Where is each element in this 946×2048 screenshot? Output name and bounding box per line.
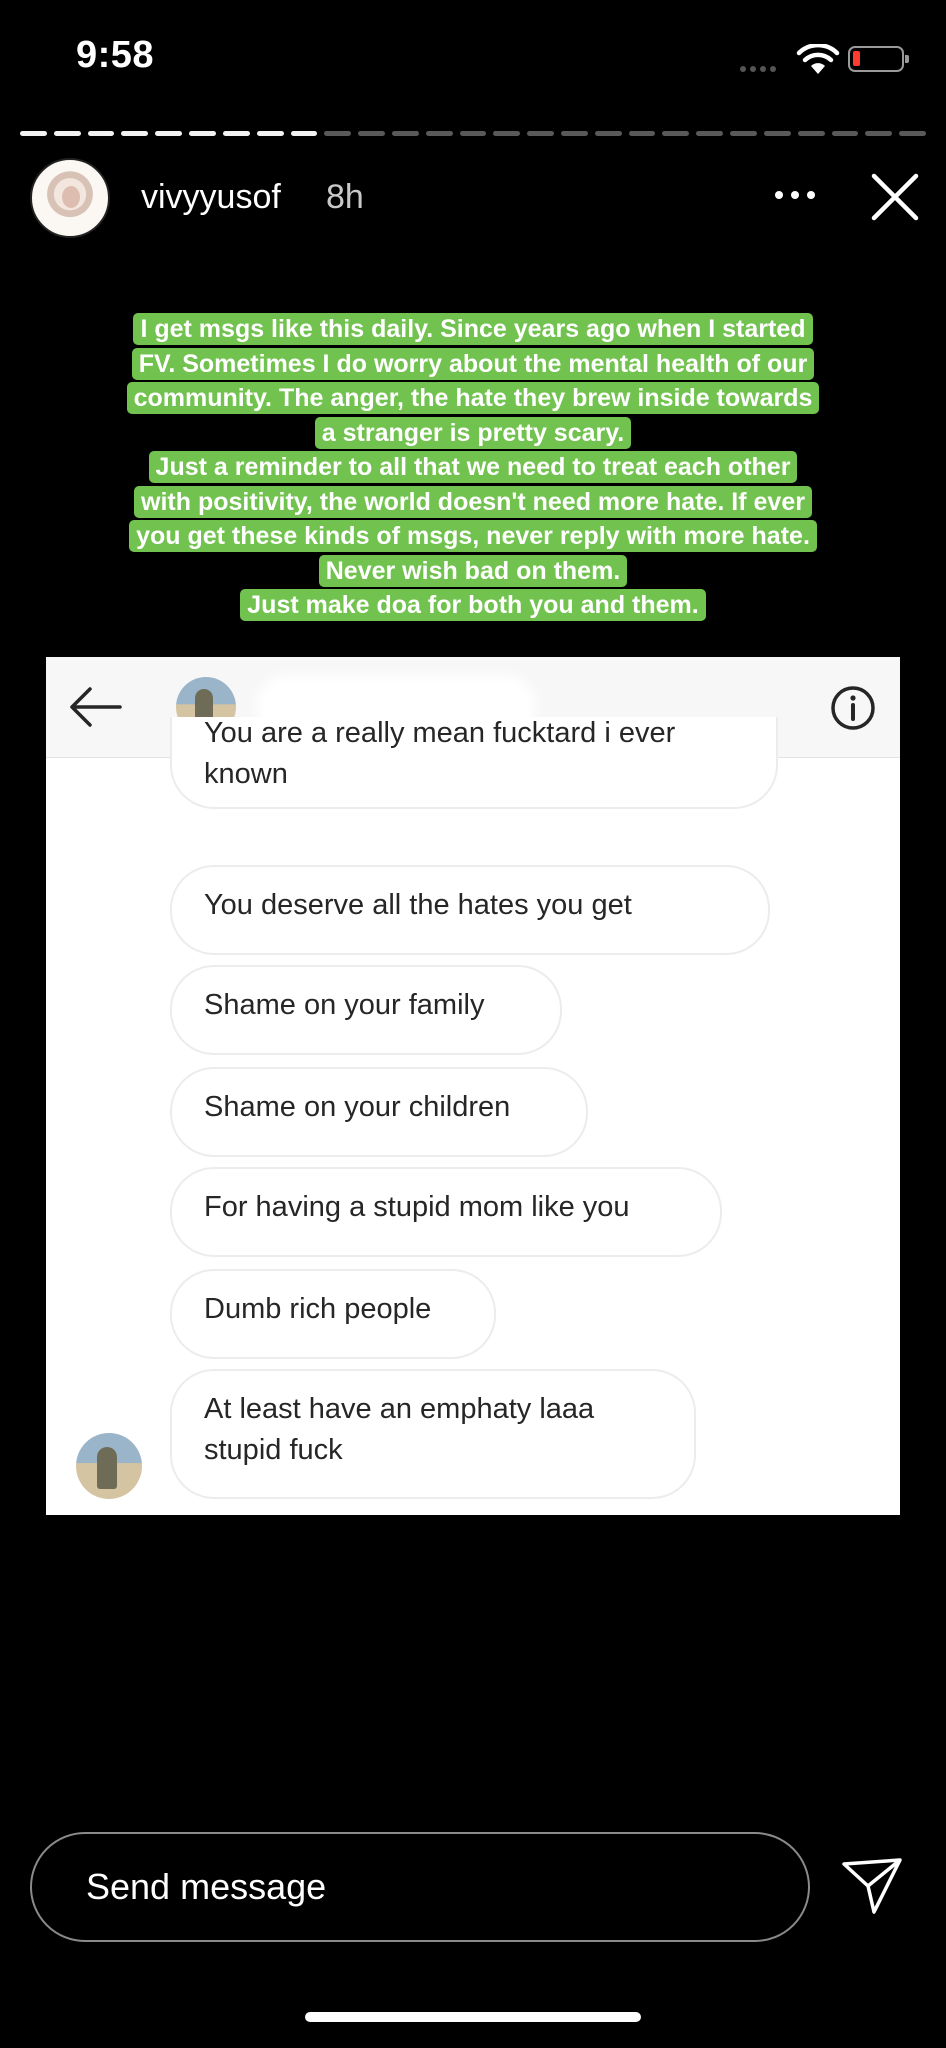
dm-screenshot: You are a really mean fucktard i ever kn… [46,657,900,1515]
caption-line: Never wish bad on them. [318,554,628,587]
story-progress-segment [865,131,893,136]
story-progress-segment [459,131,487,136]
story-progress-bar [20,131,926,136]
battery-level [853,51,860,66]
story-progress-segment [121,131,149,136]
story-progress-segment [797,131,825,136]
message-bubble: Shame on your children [170,1067,588,1157]
story-progress-segment [899,131,926,136]
story-progress-segment [53,131,81,136]
story-progress-segment [20,131,47,136]
caption-line: I get msgs like this daily. Since years … [133,313,813,345]
story-progress-segment [561,131,588,136]
message-text: You are a really mean fucktard i ever kn… [204,717,676,790]
story-progress-segment [425,131,453,136]
caption-line: Just make doa for both you and them. [240,589,706,621]
story-progress-segment [358,131,385,136]
caption-line: you get these kinds of msgs, never reply… [129,520,817,552]
message-bubble: You deserve all the hates you get [170,865,770,955]
caption-line: with positivity, the world doesn't need … [134,485,812,518]
caption-line: a stranger is pretty scary. [314,416,632,449]
story-progress-segment [87,131,115,136]
story-progress-segment [662,131,690,136]
message-bubble: Shame on your family [170,965,562,1055]
info-icon [831,686,875,730]
story-username[interactable]: vivyyusof [141,178,281,217]
message-bubble: Dumb rich people [170,1269,496,1359]
message-text: Shame on your family [204,989,485,1021]
arrow-left-icon [70,687,122,727]
message-bubble: For having a stupid mom like you [170,1167,722,1257]
more-horizontal-icon[interactable] [770,180,820,210]
message-bubble: At least have an emphaty laaa stupid fuc… [170,1369,696,1499]
story-caption: I get msgs like this daily. Since years … [60,312,886,623]
story-progress-segment [696,131,724,136]
story-progress-segment [763,131,791,136]
story-progress-segment [527,131,554,136]
home-indicator [305,2012,641,2022]
story-progress-segment [493,131,521,136]
caption-line: FV. Sometimes I do worry about the menta… [131,347,815,380]
message-text: Dumb rich people [204,1293,432,1325]
story-progress-segment [189,131,216,136]
story-progress-segment [594,131,622,136]
story-progress-segment [324,131,352,136]
close-icon[interactable] [868,170,922,224]
story-progress-segment [222,131,250,136]
status-bar: 9:58 [0,0,946,120]
story-progress-segment [831,131,859,136]
message-text: You deserve all the hates you get [204,889,632,921]
battery-icon [848,46,909,72]
story-progress-segment [391,131,419,136]
story-progress-segment [155,131,183,136]
story-progress-segment [256,131,284,136]
caption-line: Just a reminder to all that we need to t… [148,451,798,483]
status-time: 9:58 [76,34,155,76]
message-text: At least have an emphaty laaa stupid fuc… [204,1393,595,1466]
story-time-ago: 8h [326,178,364,216]
story-progress-segment [290,131,318,136]
message-placeholder: Send message [86,1866,327,1907]
paper-plane-icon[interactable] [840,1854,904,1918]
message-text: For having a stupid mom like you [204,1191,630,1223]
caption-line: community. The anger, the hate they brew… [126,382,820,414]
story-progress-segment [730,131,757,136]
message-bubble: You are a really mean fucktard i ever kn… [170,717,778,809]
sender-avatar [76,1433,142,1499]
cellular-signal-icon [740,66,776,72]
message-text: Shame on your children [204,1091,511,1123]
story-header: vivyyusof 8h [0,150,946,240]
story-progress-segment [628,131,656,136]
profile-avatar[interactable] [30,158,110,238]
wifi-icon [796,44,840,74]
send-message-input[interactable]: Send message [30,1832,810,1942]
